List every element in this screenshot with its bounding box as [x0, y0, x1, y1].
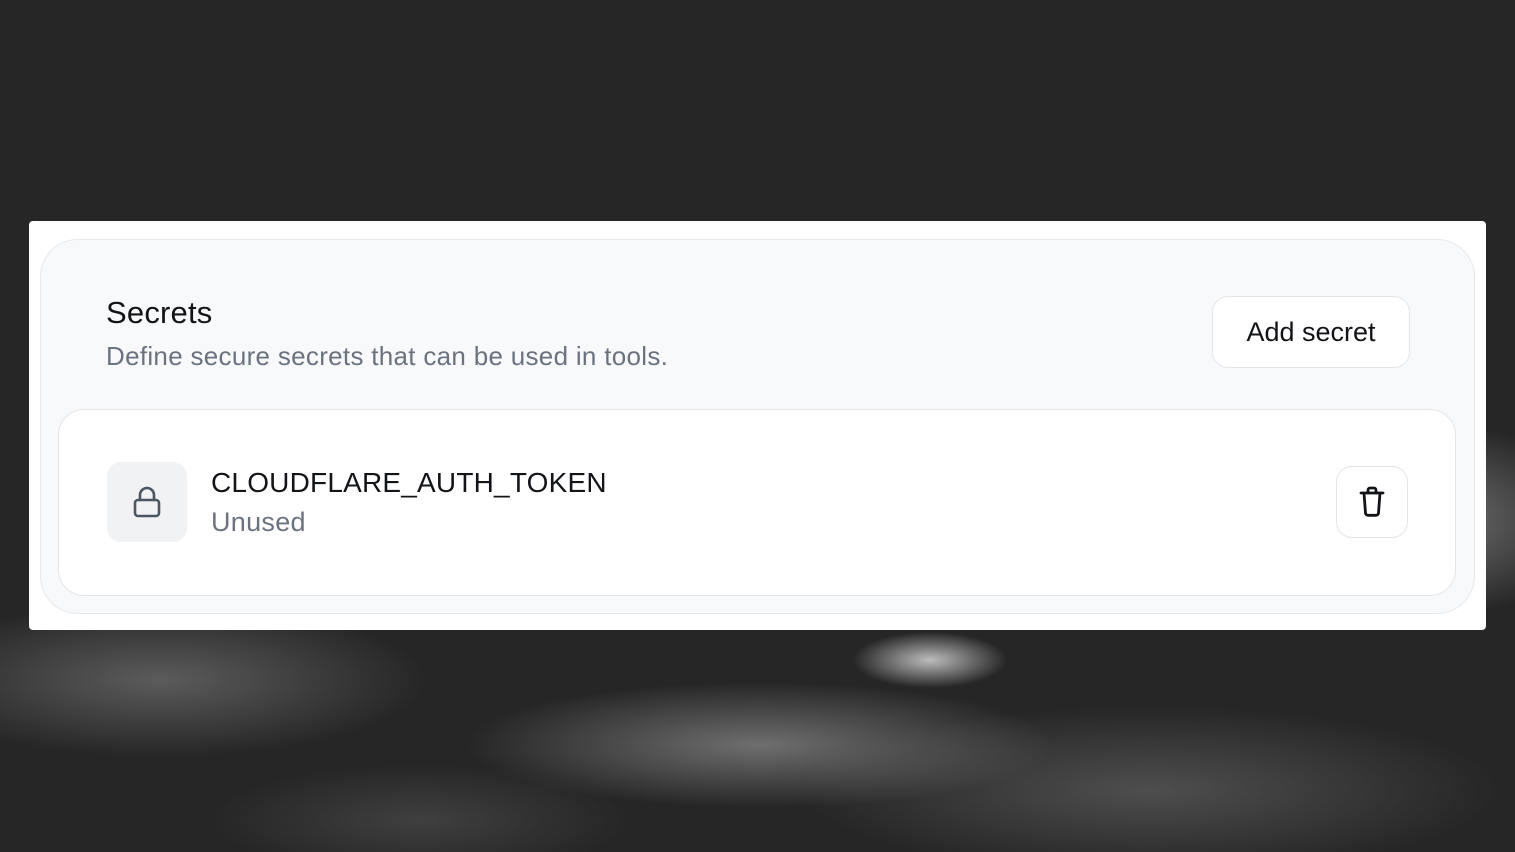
secrets-panel: Secrets Define secure secrets that can b…: [40, 239, 1475, 614]
delete-secret-button[interactable]: [1336, 466, 1408, 538]
screenshot-frame: Secrets Define secure secrets that can b…: [29, 221, 1486, 630]
panel-description: Define secure secrets that can be used i…: [106, 341, 669, 371]
lock-icon: [107, 462, 187, 542]
secret-list-item: CLOUDFLARE_AUTH_TOKEN Unused: [58, 409, 1456, 596]
panel-title: Secrets: [106, 295, 213, 330]
secret-usage-status: Unused: [211, 507, 306, 537]
add-secret-button[interactable]: Add secret: [1212, 296, 1410, 368]
secret-name: CLOUDFLARE_AUTH_TOKEN: [211, 467, 607, 498]
trash-icon: [1357, 485, 1387, 519]
